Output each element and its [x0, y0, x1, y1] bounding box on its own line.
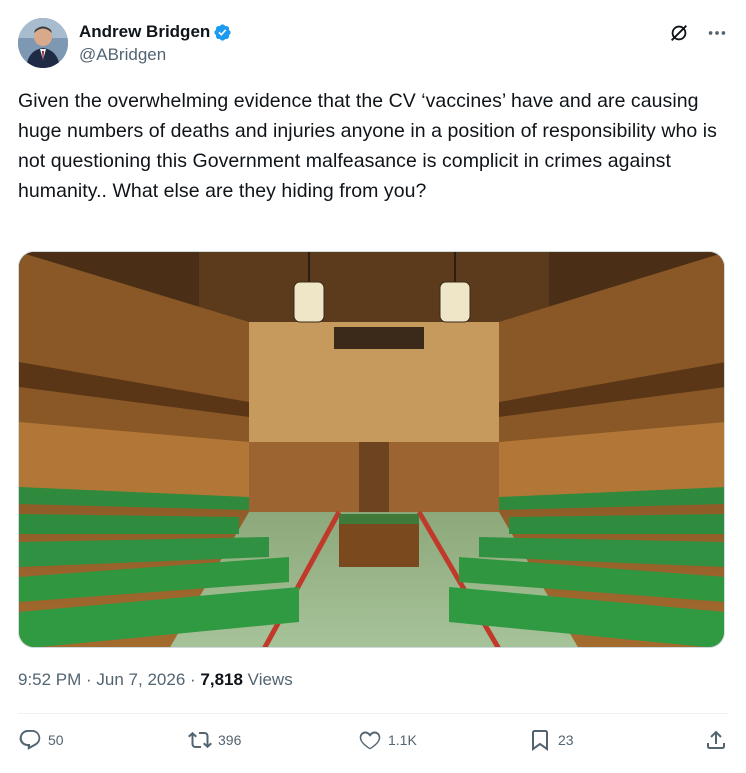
like-count: 1.1K — [388, 732, 417, 748]
bookmark-count: 23 — [558, 732, 574, 748]
repost-icon — [188, 731, 212, 749]
tweet-time[interactable]: 9:52 PM — [18, 670, 81, 689]
tweet-date[interactable]: Jun 7, 2026 — [96, 670, 185, 689]
meta-separator: · — [81, 670, 97, 689]
like-icon — [359, 731, 381, 750]
meta-separator: · — [185, 670, 201, 689]
like-button[interactable]: 1.1K — [358, 728, 417, 752]
views-count: 7,818 — [200, 670, 243, 689]
repost-count: 396 — [218, 732, 242, 748]
verified-badge-icon — [214, 23, 231, 41]
tweet-text: Given the overwhelming evidence that the… — [18, 90, 717, 202]
repost-button[interactable]: 396 — [188, 728, 241, 752]
author-display-name[interactable]: Andrew Bridgen — [79, 22, 210, 42]
views-label: Views — [242, 670, 293, 689]
tweet-meta: 9:52 PM · Jun 7, 2026 · 7,818 Views — [18, 670, 293, 690]
tweet-image[interactable] — [18, 251, 725, 648]
bookmark-button[interactable]: 23 — [528, 728, 574, 752]
share-icon — [707, 730, 725, 749]
action-bar: 50 396 1.1K 23 — [18, 728, 728, 762]
avatar[interactable] — [18, 18, 68, 68]
bookmark-icon — [532, 730, 548, 751]
more-icon[interactable] — [706, 22, 728, 44]
grok-icon[interactable] — [668, 22, 690, 44]
share-button[interactable] — [704, 728, 728, 752]
reply-button[interactable]: 50 — [18, 728, 64, 752]
reply-count: 50 — [48, 732, 64, 748]
reply-icon — [19, 730, 41, 750]
tweet-header: Andrew Bridgen @ABridgen — [18, 18, 728, 70]
author-handle[interactable]: @ABridgen — [79, 45, 166, 65]
divider — [18, 713, 728, 714]
